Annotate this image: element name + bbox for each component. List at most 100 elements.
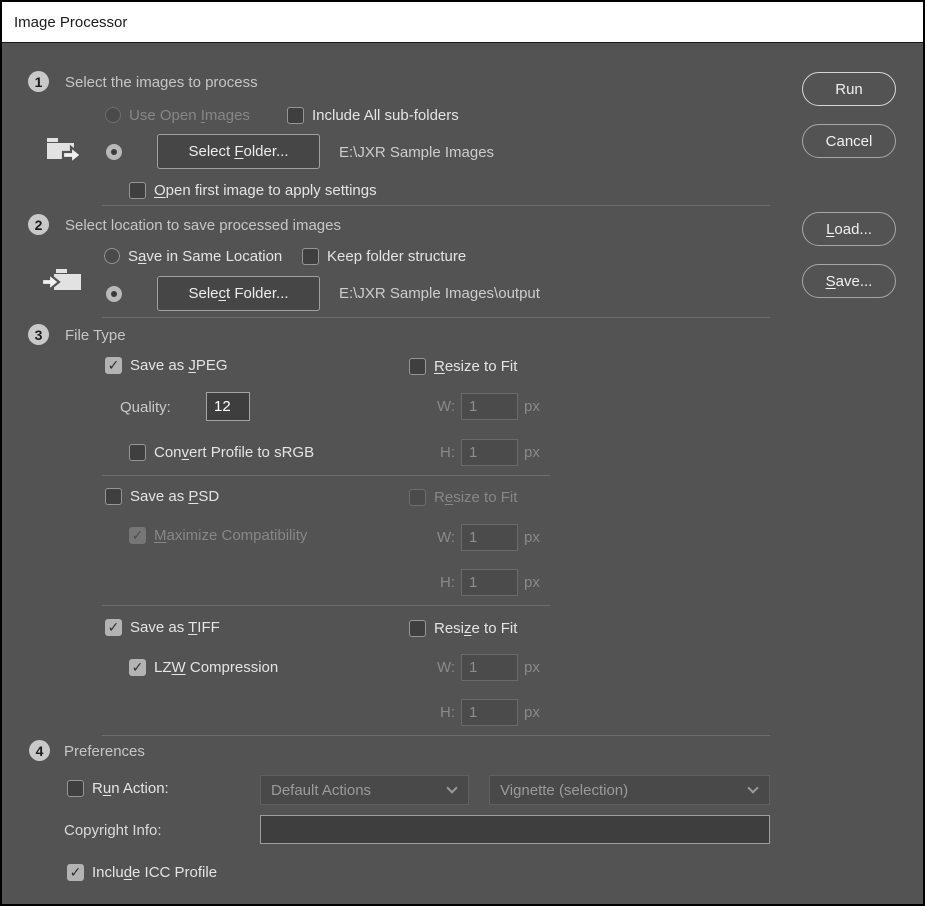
width-label: W: <box>436 397 455 415</box>
keep-folder-structure-checkbox[interactable] <box>302 247 319 265</box>
open-first-image-checkbox[interactable] <box>129 181 146 199</box>
open-first-image-label: Open first image to apply settings <box>154 181 377 199</box>
select-output-folder-button[interactable]: Select Folder... <box>157 276 320 311</box>
psd-resize-option: Resize to Fit <box>409 488 517 506</box>
jpeg-resize-label: Resize to Fit <box>434 357 518 375</box>
convert-srgb-checkbox[interactable] <box>129 443 146 461</box>
select-output-folder-radio[interactable] <box>106 286 122 302</box>
convert-srgb-label: Convert Profile to sRGB <box>154 443 315 461</box>
tiff-resize-option[interactable]: Resize to Fit <box>409 619 517 637</box>
jpeg-width-field: W: px <box>435 392 540 420</box>
px-unit-label: px <box>524 443 540 461</box>
px-unit-label: px <box>524 397 540 415</box>
use-open-images-radio <box>105 107 121 123</box>
px-unit-label: px <box>524 528 540 546</box>
jpeg-height-field: H: px <box>435 438 540 466</box>
action-name-value: Vignette (selection) <box>500 781 629 799</box>
lzw-compression-option[interactable]: LZW Compression <box>129 658 278 676</box>
lzw-compression-checkbox[interactable] <box>129 658 146 676</box>
convert-srgb-option[interactable]: Convert Profile to sRGB <box>129 443 314 461</box>
save-as-psd-checkbox[interactable] <box>105 487 122 505</box>
open-first-image-option[interactable]: Open first image to apply settings <box>129 181 377 199</box>
action-set-dropdown: Default Actions <box>260 775 469 805</box>
select-folder-radio[interactable] <box>106 144 122 160</box>
run-action-label: Run Action: <box>92 779 169 797</box>
cancel-button[interactable]: Cancel <box>802 124 896 158</box>
psd-height-field: H: px <box>435 568 540 596</box>
run-button-label: Run <box>835 80 863 98</box>
tiff-height-field: H: px <box>435 698 540 726</box>
save-same-location-option[interactable]: Save in Same Location <box>104 247 282 265</box>
maximize-compatibility-checkbox <box>129 526 146 544</box>
copyright-label: Copyright Info: <box>64 822 162 839</box>
load-button-label: Load... <box>826 220 872 238</box>
save-settings-button-label: Save... <box>825 272 873 290</box>
keep-folder-structure-label: Keep folder structure <box>327 247 467 265</box>
tiff-resize-label: Resize to Fit <box>434 619 518 637</box>
source-folder-path: E:\JXR Sample Images <box>339 144 495 161</box>
height-label: H: <box>440 573 455 591</box>
run-action-checkbox[interactable] <box>67 779 84 797</box>
save-as-psd-option[interactable]: Save as PSD <box>105 487 219 505</box>
save-same-location-radio[interactable] <box>104 248 120 264</box>
step-1-badge: 1 <box>28 71 49 92</box>
include-icc-option[interactable]: Include ICC Profile <box>67 863 217 881</box>
quality-input[interactable] <box>206 392 250 421</box>
subsection-divider <box>102 605 550 606</box>
subsection-divider <box>102 475 550 476</box>
select-source-folder-button[interactable]: Select Folder... <box>157 134 320 169</box>
folder-source-option[interactable] <box>106 143 122 161</box>
cancel-button-label: Cancel <box>825 132 873 150</box>
height-label: H: <box>440 443 455 461</box>
section-1-header: Select the images to process <box>65 74 258 91</box>
section-2-header: Select location to save processed images <box>65 217 341 234</box>
psd-width-input <box>461 523 518 551</box>
select-output-folder-label: Select Folder... <box>188 285 289 302</box>
section-3-header: File Type <box>65 327 126 344</box>
width-label: W: <box>436 528 455 546</box>
include-subfolders-checkbox[interactable] <box>287 106 304 124</box>
section-divider <box>102 735 770 736</box>
px-unit-label: px <box>524 703 540 721</box>
copyright-input[interactable] <box>260 815 770 844</box>
load-button[interactable]: Load... <box>802 212 896 246</box>
action-set-value: Default Actions <box>271 781 372 799</box>
dialog-title: Image Processor <box>14 13 128 31</box>
jpeg-resize-checkbox[interactable] <box>409 357 426 375</box>
run-action-option[interactable]: Run Action: <box>67 779 169 797</box>
save-as-tiff-checkbox[interactable] <box>105 618 122 636</box>
output-folder-path: E:\JXR Sample Images\output <box>339 285 540 302</box>
width-label: W: <box>436 658 455 676</box>
save-as-jpeg-checkbox[interactable] <box>105 356 122 374</box>
maximize-compatibility-label: Maximize Compatibility <box>154 526 308 544</box>
save-same-location-label: Save in Same Location <box>128 247 283 265</box>
jpeg-resize-option[interactable]: Resize to Fit <box>409 357 517 375</box>
px-unit-label: px <box>524 573 540 591</box>
use-open-images-option: Use Open Images <box>105 106 250 124</box>
title-bar: Image Processor <box>2 2 923 43</box>
save-as-jpeg-label: Save as JPEG <box>130 356 228 374</box>
tiff-width-field: W: px <box>435 653 540 681</box>
lzw-compression-label: LZW Compression <box>154 658 279 676</box>
save-settings-button[interactable]: Save... <box>802 264 896 298</box>
save-as-jpeg-option[interactable]: Save as JPEG <box>105 356 228 374</box>
include-icc-checkbox[interactable] <box>67 863 84 881</box>
folder-output-option[interactable] <box>106 285 122 303</box>
include-subfolders-label: Include All sub-folders <box>312 106 459 124</box>
tiff-height-input <box>461 698 518 726</box>
save-as-tiff-option[interactable]: Save as TIFF <box>105 618 220 636</box>
tiff-width-input <box>461 653 518 681</box>
quality-label: Quality: <box>120 399 171 416</box>
keep-folder-structure-option[interactable]: Keep folder structure <box>302 247 466 265</box>
run-button[interactable]: Run <box>802 72 896 106</box>
section-divider <box>102 317 770 318</box>
folder-export-icon <box>47 138 83 166</box>
save-as-tiff-label: Save as TIFF <box>130 618 220 636</box>
include-subfolders-option[interactable]: Include All sub-folders <box>287 106 459 124</box>
save-as-psd-label: Save as PSD <box>130 487 220 505</box>
tiff-resize-checkbox[interactable] <box>409 619 426 637</box>
folder-import-icon <box>40 269 81 293</box>
use-open-images-label: Use Open Images <box>129 106 250 124</box>
section-divider <box>102 205 770 206</box>
height-label: H: <box>440 703 455 721</box>
